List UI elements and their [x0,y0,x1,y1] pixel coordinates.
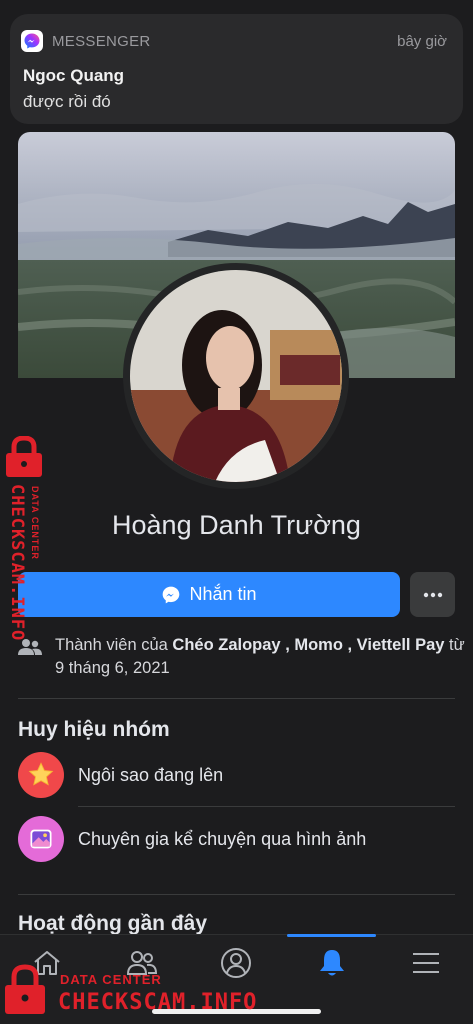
badge-label: Ngôi sao đang lên [78,765,224,785]
profile-icon [221,948,251,978]
visual-storyteller-icon [18,816,64,862]
nav-menu[interactable] [401,943,451,983]
messenger-icon [21,30,43,52]
membership-groups[interactable]: Chéo Zalopay , Momo , Viettell Pay [172,636,444,654]
badge-label: Chuyên gia kể chuyện qua hình ảnh [78,829,367,849]
membership-prefix: Thành viên của [55,636,173,654]
notification-time: bây giờ [397,33,447,50]
watermark-bottom-small: DATA CENTER [60,972,162,987]
watermark-side-small: DATA CENTER [30,486,40,560]
divider [18,698,455,699]
notification-banner[interactable]: MESSENGER bây giờ Ngoc Quang được rồi đó [10,14,463,124]
active-tab-indicator [287,934,376,937]
rising-star-icon [18,752,64,798]
messenger-icon [163,586,180,603]
notification-message: được rồi đó [23,92,111,111]
lock-icon [6,436,42,477]
send-message-label: Nhắn tin [189,584,257,604]
watermark-bottom-text: CHECKSCAM.INFO [58,990,258,1015]
lock-icon [5,964,45,1014]
more-options-button[interactable] [410,572,455,617]
badge-item[interactable]: Ngôi sao đang lên [18,752,455,808]
watermark-side-text: CHECKSCAM.INFO [7,484,27,642]
badges-title: Huy hiệu nhóm [18,718,170,741]
avatar[interactable] [130,270,342,482]
recent-activity-title: Hoạt động gần đây [18,912,207,935]
membership-text: Thành viên của Chéo Zalopay , Momo , Vie… [55,634,465,680]
nav-notifications[interactable] [307,943,357,983]
notification-sender: Ngoc Quang [23,66,125,85]
notification-app-name: MESSENGER [52,33,151,50]
divider [18,894,455,895]
badge-item[interactable]: Chuyên gia kể chuyện qua hình ảnh [18,816,455,872]
more-dots-icon [423,592,442,597]
menu-icon [413,953,439,973]
divider [78,806,455,807]
bell-icon [320,950,344,976]
watermark-side: CHECKSCAM.INFO DATA CENTER [2,436,50,666]
profile-name: Hoàng Danh Trường [112,510,361,540]
send-message-button[interactable]: Nhắn tin [18,572,400,617]
nav-profile[interactable] [211,943,261,983]
